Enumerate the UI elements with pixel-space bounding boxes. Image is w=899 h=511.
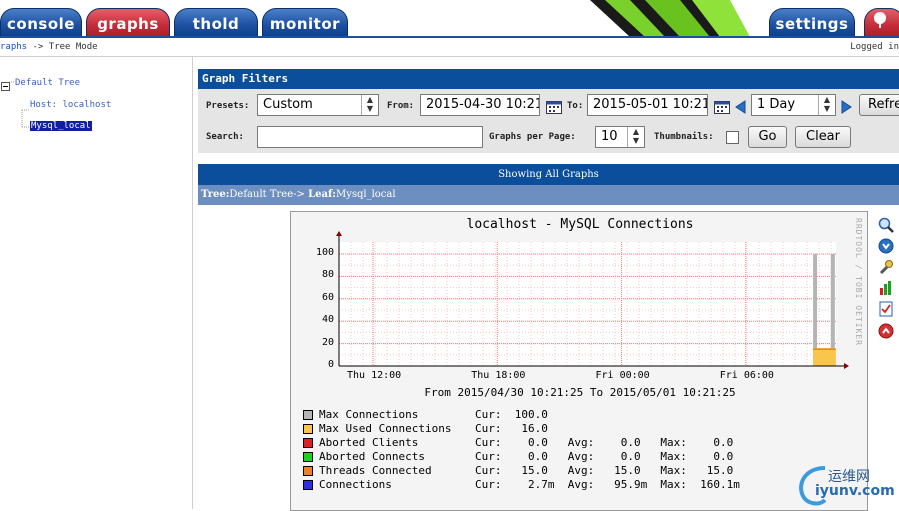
y-tick-label: 0 (327, 359, 334, 370)
search-label: Search: (206, 132, 244, 142)
legend-series-stats: Cur: 15.0 Avg: 15.0 Max: 15.0 (475, 464, 734, 477)
logged-in-text: Logged in (850, 42, 899, 52)
legend-swatch (303, 410, 313, 420)
shift-back-arrow-icon[interactable] (734, 99, 746, 118)
tree-root-default-tree[interactable]: Default Tree (15, 78, 80, 88)
breadcrumb-current: Tree Mode (48, 42, 98, 52)
legend-swatch (303, 466, 313, 476)
top-navigation: console graphs thold monitor settings (0, 0, 899, 38)
thumbnails-label: Thumbnails: (654, 132, 714, 142)
legend-swatch (303, 424, 313, 434)
legend-series-stats: Cur: 2.7m Avg: 95.9m Max: 160.1m (475, 478, 740, 491)
presets-label: Presets: (206, 101, 250, 111)
leaf-path-value: Mysql_local (335, 189, 396, 200)
tab-settings[interactable]: settings (769, 8, 855, 37)
legend-swatch (303, 480, 313, 490)
y-tick-label: 20 (321, 336, 334, 348)
showing-all-graphs-bar: Showing All Graphs (198, 164, 899, 185)
tab-console[interactable]: console (0, 8, 82, 37)
x-tick-label: Fri 00:00 (595, 370, 650, 381)
x-tick-label: Fri 06:00 (719, 370, 774, 381)
y-tick-label: 80 (321, 269, 334, 281)
zoom-icon[interactable] (878, 217, 894, 233)
legend-series-name: Max Connections (319, 408, 445, 421)
y-tick-label: 60 (321, 291, 334, 303)
legend-series-stats: Cur: 0.0 Avg: 0.0 Max: 0.0 (475, 436, 734, 449)
series-max-used-connections-area (813, 348, 836, 366)
up-arrow-icon[interactable] (878, 323, 894, 339)
legend-series-name: Aborted Clients (319, 436, 445, 449)
bar-chart-icon[interactable] (878, 280, 894, 296)
y-axis-arrow (336, 231, 342, 236)
from-date-input[interactable]: 2015-04-30 10:21 (420, 94, 540, 116)
select-arrows-icon: ▲ ▼ (818, 95, 835, 115)
tab-thold[interactable]: thold (174, 8, 258, 37)
to-calendar-icon[interactable] (714, 99, 730, 118)
checklist-icon[interactable] (878, 301, 894, 317)
tree-path-value: Default Tree-> (229, 189, 309, 200)
shift-forward-arrow-icon[interactable] (841, 99, 853, 118)
tab-graphs[interactable]: graphs (86, 8, 170, 37)
watermark-site: iyunv.com (815, 483, 895, 499)
y-tick-label: 100 (315, 247, 334, 258)
to-label: To: (567, 101, 584, 111)
tree-leaf-path: Tree:Default Tree-> Leaf:Mysql_local (198, 185, 899, 205)
legend-series-stats: Cur: 16.0 (475, 422, 548, 435)
legend-series-stats: Cur: 100.0 (475, 408, 548, 421)
tree-sidebar: Default Tree Host: localhost Mysql_local (0, 57, 193, 509)
tree-path-label: Tree: (201, 189, 230, 200)
tree-leaf-mysql-local[interactable]: Mysql_local (30, 121, 92, 131)
graphs-per-page-select[interactable]: 10 ▲ ▼ (595, 126, 645, 148)
header-decoration (590, 0, 750, 37)
graph-image[interactable]: localhost - MySQL Connections RRDTOOL / … (290, 211, 868, 511)
legend-series-name: Connections (319, 478, 445, 491)
presets-select-value: Custom (263, 97, 313, 112)
graphs-per-page-label: Graphs per Page: (489, 132, 576, 142)
presets-select[interactable]: Custom ▲ ▼ (257, 94, 379, 116)
tab-monitor[interactable]: monitor (262, 8, 348, 37)
x-tick-label: Thu 12:00 (347, 370, 402, 381)
wrench-icon[interactable] (878, 259, 894, 275)
download-icon[interactable] (878, 238, 894, 254)
y-tick-label: 40 (321, 314, 334, 326)
timespan-select-value: 1 Day (757, 97, 796, 112)
legend-swatch (303, 452, 313, 462)
refresh-button[interactable]: Refresh (859, 94, 899, 116)
clear-button[interactable]: Clear (795, 126, 851, 148)
go-button[interactable]: Go (748, 126, 787, 148)
breadcrumb-graphs-link[interactable]: raphs (0, 42, 27, 52)
tree-host-localhost[interactable]: Host: localhost (30, 100, 111, 110)
legend-series-name: Max Used Connections (319, 422, 452, 435)
breadcrumb-separator: -> (27, 42, 49, 52)
legend-series-name: Aborted Connects (319, 450, 445, 463)
x-axis-arrow (844, 363, 849, 369)
legend-series-stats: Cur: 0.0 Avg: 0.0 Max: 0.0 (475, 450, 734, 463)
to-date-input[interactable]: 2015-05-01 10:21 (587, 94, 708, 116)
graph-date-range: From 2015/04/30 10:21:25 To 2015/05/01 1… (424, 386, 736, 399)
tab-tree[interactable] (864, 8, 899, 37)
graph-filters-header: Graph Filters (198, 69, 899, 89)
search-input[interactable] (257, 126, 483, 148)
select-arrows-icon: ▲ ▼ (627, 127, 644, 147)
breadcrumb: raphs -> Tree Mode Logged in (0, 38, 899, 57)
select-arrows-icon: ▲ ▼ (361, 95, 378, 115)
plot-background (339, 242, 836, 366)
from-calendar-icon[interactable] (546, 99, 562, 118)
graphs-per-page-value: 10 (601, 129, 618, 144)
from-label: From: (387, 101, 415, 111)
legend-series-name: Threads Connected (319, 464, 445, 477)
legend-swatch (303, 438, 313, 448)
watermark-logo: 运维网 iyunv.com (795, 462, 899, 509)
timespan-select[interactable]: 1 Day ▲ ▼ (751, 94, 836, 116)
graph-filters-panel: Presets: Custom ▲ ▼ From: 2015-04-30 10:2… (198, 89, 899, 153)
chart-plot (336, 231, 849, 369)
x-tick-label: Thu 18:00 (471, 370, 526, 381)
leaf-path-label: Leaf: (308, 189, 336, 200)
thumbnails-checkbox[interactable] (726, 131, 739, 144)
